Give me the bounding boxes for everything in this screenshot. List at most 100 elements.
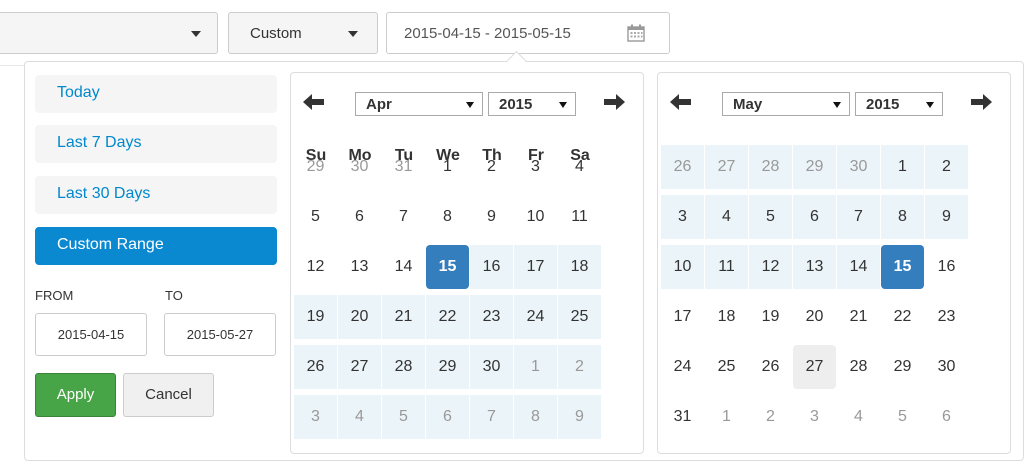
calendar-day[interactable]: 6: [426, 395, 469, 439]
calendar-day[interactable]: 17: [661, 295, 704, 339]
calendar-day[interactable]: 27: [338, 345, 381, 389]
calendar-day[interactable]: 30: [470, 345, 513, 389]
calendar-day[interactable]: 23: [925, 295, 968, 339]
calendar-day[interactable]: 29: [793, 145, 836, 189]
date-range-input[interactable]: 2015-04-15 - 2015-05-15: [386, 12, 670, 54]
calendar-day[interactable]: 25: [558, 295, 601, 339]
calendar-day[interactable]: 3: [661, 195, 704, 239]
calendar-day[interactable]: 12: [294, 245, 337, 289]
calendar-day[interactable]: 2: [749, 395, 792, 439]
calendar-day[interactable]: 5: [749, 195, 792, 239]
arrow-right-icon[interactable]: [603, 93, 625, 111]
calendar-day[interactable]: 5: [294, 195, 337, 239]
calendar-day[interactable]: 29: [426, 345, 469, 389]
calendar-day[interactable]: 2: [925, 145, 968, 189]
to-date-input[interactable]: 2015-05-27: [164, 313, 276, 356]
calendar-day[interactable]: 10: [661, 245, 704, 289]
calendar-day[interactable]: 15: [881, 245, 924, 289]
month-select[interactable]: Apr: [355, 92, 483, 116]
calendar-day[interactable]: 25: [705, 345, 748, 389]
calendar-day[interactable]: 20: [793, 295, 836, 339]
calendar-day[interactable]: 4: [338, 395, 381, 439]
calendar-day[interactable]: 16: [925, 245, 968, 289]
calendar-day[interactable]: 19: [749, 295, 792, 339]
calendar-day[interactable]: 4: [837, 395, 880, 439]
calendar-day[interactable]: 30: [338, 145, 381, 189]
calendar-day[interactable]: 7: [382, 195, 425, 239]
calendar-day[interactable]: 13: [793, 245, 836, 289]
calendar-day[interactable]: 1: [514, 345, 557, 389]
calendar-day[interactable]: 4: [705, 195, 748, 239]
calendar-day[interactable]: 12: [749, 245, 792, 289]
calendar-day[interactable]: 1: [881, 145, 924, 189]
range-item-last-30-days[interactable]: Last 30 Days: [35, 176, 277, 214]
calendar-day[interactable]: 19: [294, 295, 337, 339]
calendar-day[interactable]: 28: [749, 145, 792, 189]
year-select[interactable]: 2015: [855, 92, 943, 116]
calendar-day[interactable]: 18: [558, 245, 601, 289]
calendar-day[interactable]: 28: [382, 345, 425, 389]
calendar-day[interactable]: 24: [661, 345, 704, 389]
calendar-day[interactable]: 27: [793, 345, 836, 389]
arrow-left-icon[interactable]: [303, 93, 325, 111]
calendar-day[interactable]: 31: [661, 395, 704, 439]
calendar-day[interactable]: 9: [470, 195, 513, 239]
calendar-day[interactable]: 9: [925, 195, 968, 239]
range-item-last-7-days[interactable]: Last 7 Days: [35, 125, 277, 163]
calendar-day[interactable]: 30: [925, 345, 968, 389]
calendar-day[interactable]: 16: [470, 245, 513, 289]
month-select[interactable]: May: [722, 92, 850, 116]
calendar-day[interactable]: 2: [470, 145, 513, 189]
calendar-day[interactable]: 24: [514, 295, 557, 339]
calendar-day[interactable]: 26: [294, 345, 337, 389]
calendar-day[interactable]: 29: [294, 145, 337, 189]
calendar-day[interactable]: 18: [705, 295, 748, 339]
calendar-day[interactable]: 6: [793, 195, 836, 239]
calendar-day[interactable]: 30: [837, 145, 880, 189]
calendar-day[interactable]: 21: [837, 295, 880, 339]
calendar-day[interactable]: 4: [558, 145, 601, 189]
from-date-input[interactable]: 2015-04-15: [35, 313, 147, 356]
calendar-day[interactable]: 3: [294, 395, 337, 439]
calendar-day[interactable]: 7: [470, 395, 513, 439]
calendar-day[interactable]: 20: [338, 295, 381, 339]
calendar-day[interactable]: 6: [338, 195, 381, 239]
calendar-day[interactable]: 31: [382, 145, 425, 189]
calendar-day[interactable]: 11: [705, 245, 748, 289]
calendar-day[interactable]: 8: [514, 395, 557, 439]
calendar-day[interactable]: 26: [661, 145, 704, 189]
calendar-day[interactable]: 8: [881, 195, 924, 239]
range-item-custom-range[interactable]: Custom Range: [35, 227, 277, 265]
calendar-day[interactable]: 17: [514, 245, 557, 289]
calendar-day[interactable]: 3: [793, 395, 836, 439]
arrow-left-icon[interactable]: [670, 93, 692, 111]
calendar-day[interactable]: 6: [925, 395, 968, 439]
custom-dropdown[interactable]: Custom: [228, 12, 378, 54]
calendar-day[interactable]: 26: [749, 345, 792, 389]
calendar-day[interactable]: 1: [426, 145, 469, 189]
calendar-day[interactable]: 5: [382, 395, 425, 439]
calendar-day[interactable]: 14: [837, 245, 880, 289]
calendar-day[interactable]: 14: [382, 245, 425, 289]
calendar-day[interactable]: 23: [470, 295, 513, 339]
cancel-button[interactable]: Cancel: [123, 373, 214, 417]
calendar-day[interactable]: 8: [426, 195, 469, 239]
calendar-day[interactable]: 10: [514, 195, 557, 239]
calendar-day[interactable]: 28: [837, 345, 880, 389]
calendar-day[interactable]: 9: [558, 395, 601, 439]
calendar-day[interactable]: 13: [338, 245, 381, 289]
calendar-day[interactable]: 22: [426, 295, 469, 339]
calendar-day[interactable]: 1: [705, 395, 748, 439]
calendar-day[interactable]: 7: [837, 195, 880, 239]
calendar-day[interactable]: 11: [558, 195, 601, 239]
calendar-day[interactable]: 22: [881, 295, 924, 339]
range-item-today[interactable]: Today: [35, 75, 277, 113]
calendar-day[interactable]: 29: [881, 345, 924, 389]
year-select[interactable]: 2015: [488, 92, 576, 116]
calendar-day[interactable]: 5: [881, 395, 924, 439]
apply-button[interactable]: Apply: [35, 373, 116, 417]
calendar-day[interactable]: 15: [426, 245, 469, 289]
arrow-right-icon[interactable]: [970, 93, 992, 111]
calendar-day[interactable]: 27: [705, 145, 748, 189]
calendar-day[interactable]: 3: [514, 145, 557, 189]
